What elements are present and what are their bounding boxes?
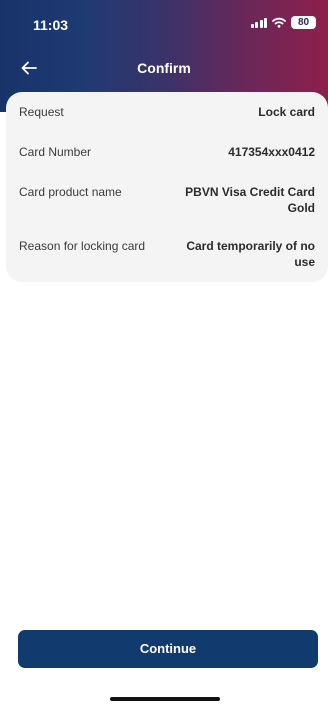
card-product-value: PBVN Visa Credit Card Gold bbox=[185, 185, 315, 215]
lock-reason-label: Reason for locking card bbox=[19, 239, 146, 253]
confirmation-details-card: Request Lock card Card Number 417354xxx0… bbox=[6, 92, 328, 282]
card-number-value: 417354xxx0412 bbox=[228, 145, 315, 159]
home-indicator[interactable] bbox=[110, 697, 220, 701]
confirm-screen: 11:03 80 Confirm Request Lock card Card … bbox=[0, 0, 328, 707]
request-value: Lock card bbox=[258, 105, 315, 119]
request-label: Request bbox=[19, 105, 64, 119]
card-product-label: Card product name bbox=[19, 185, 122, 199]
lock-reason-value: Card temporarily of no use bbox=[186, 239, 315, 269]
page-title: Confirm bbox=[137, 60, 191, 76]
battery-icon: 80 bbox=[291, 16, 316, 29]
status-time: 11:03 bbox=[33, 17, 69, 33]
nav-bar: Confirm bbox=[0, 52, 328, 84]
continue-button[interactable]: Continue bbox=[18, 630, 318, 668]
card-number-label: Card Number bbox=[19, 145, 92, 159]
wifi-icon bbox=[272, 17, 286, 28]
status-icons: 80 bbox=[250, 16, 316, 29]
status-bar: 11:03 80 bbox=[0, 0, 328, 44]
signal-icon bbox=[250, 17, 267, 28]
